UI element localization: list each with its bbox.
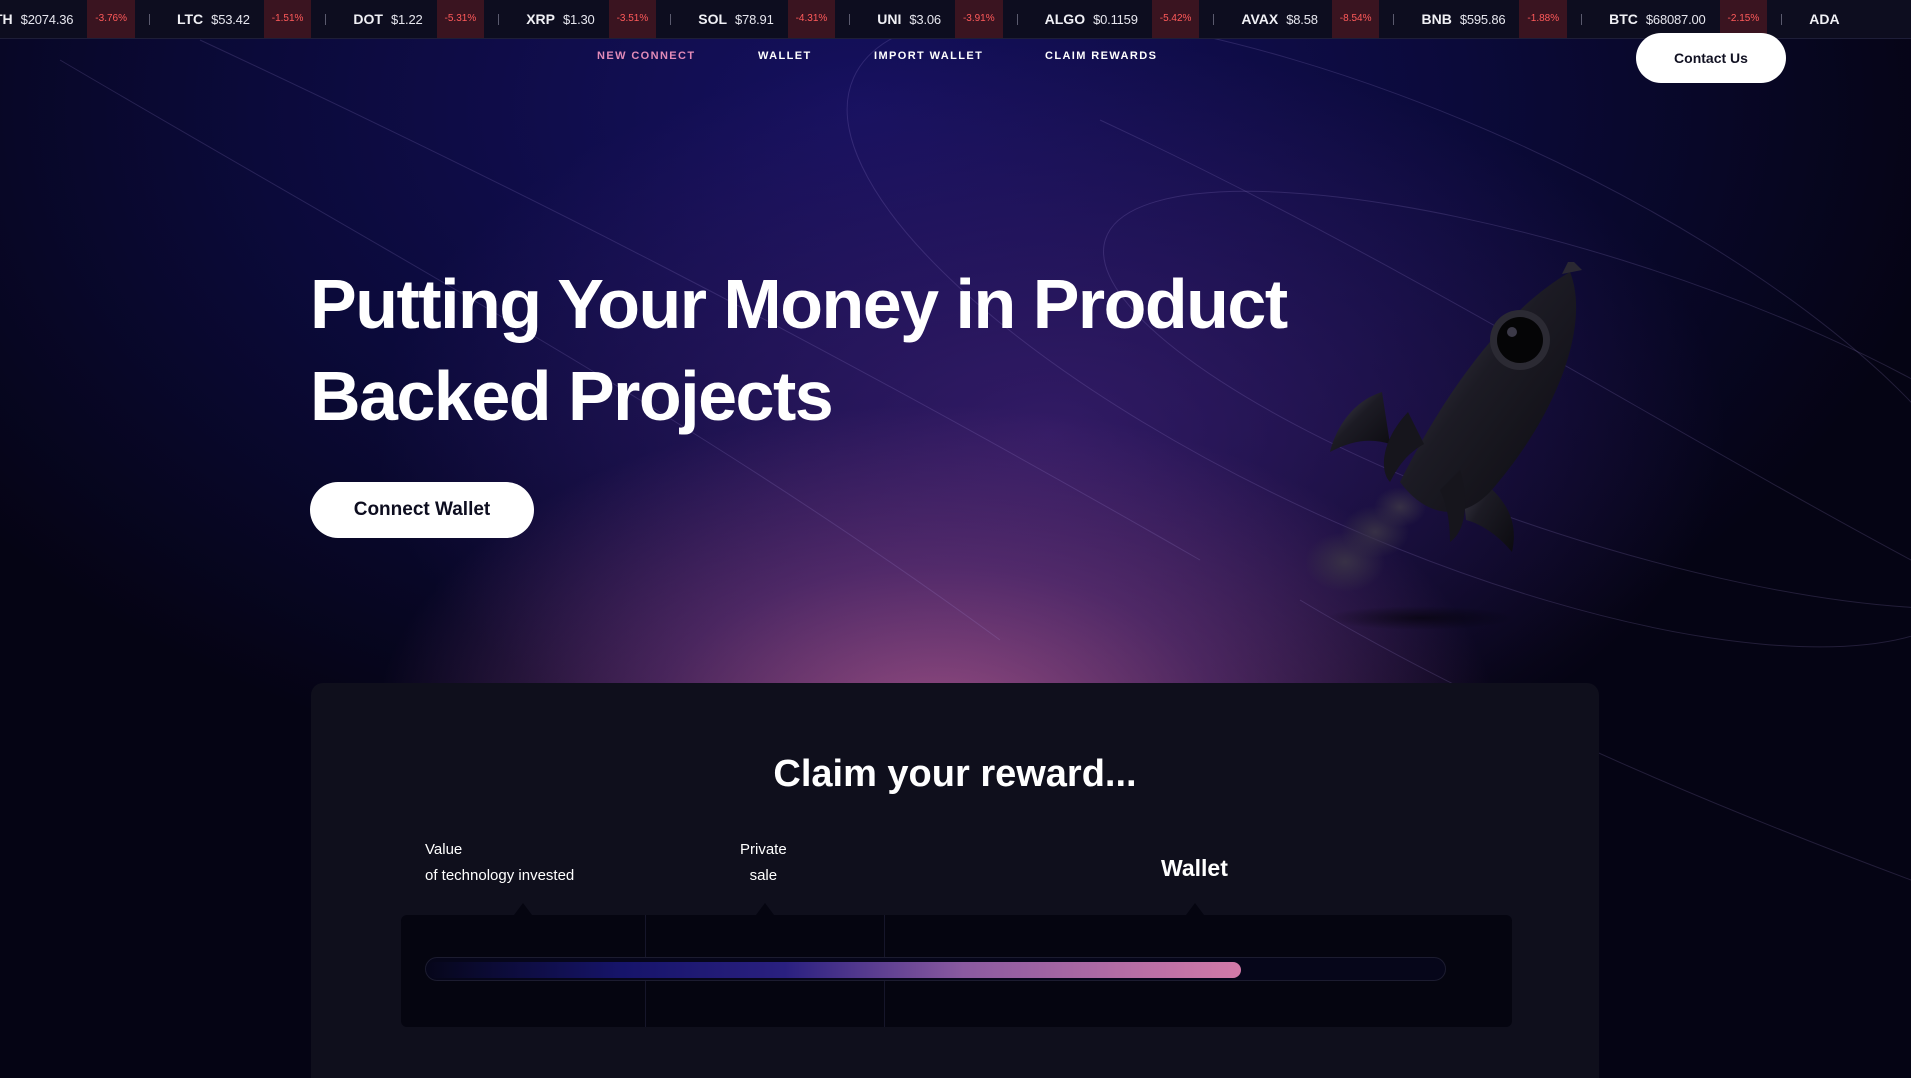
reward-title: Claim your reward... (773, 753, 1137, 795)
ticker-symbol: BTC (1609, 11, 1638, 27)
ticker-change: -3.51% (608, 0, 657, 38)
hero-title-line-1: Putting Your Money in Product (310, 265, 1288, 343)
step-value-line-1: Value (425, 841, 463, 858)
connect-wallet-button[interactable]: Connect Wallet (310, 482, 534, 538)
ticker-item-ltc: LTC $53.42 -1.51% (148, 0, 312, 38)
ticker-change: -3.91% (954, 0, 1003, 38)
ticker-item-eth: TH $2074.36 -3.76% (0, 0, 135, 38)
ticker-price: $8.58 (1286, 11, 1318, 27)
nav-wallet[interactable]: WALLET (758, 50, 812, 62)
rocket-icon (1305, 262, 1582, 630)
ticker-symbol: XRP (526, 11, 556, 27)
ticker-change: -5.42% (1151, 0, 1200, 38)
page: TH $2074.36 -3.76% LTC $53.42 -1.51% DOT… (0, 0, 1911, 1078)
nav-import-wallet[interactable]: IMPORT WALLET (874, 50, 983, 62)
ticker-symbol: ALGO (1044, 11, 1086, 27)
reward-progress-bar (425, 957, 1446, 981)
ticker-item-dot: DOT $1.22 -5.31% (325, 0, 485, 38)
ticker-change: -5.31% (436, 0, 485, 38)
ticker-track: TH $2074.36 -3.76% LTC $53.42 -1.51% DOT… (0, 0, 1890, 38)
step-wallet-marker (1186, 903, 1204, 915)
nav-new-connect[interactable]: NEW CONNECT (597, 50, 696, 62)
ticker-change: -3.76% (87, 0, 135, 38)
ticker-change: -8.54% (1331, 0, 1380, 38)
step-value-line-2: of technology invested (425, 867, 575, 884)
step-private-sale-label: Private sale (740, 837, 787, 889)
ticker-change: -1.88% (1519, 0, 1568, 38)
ticker-symbol: TH (0, 11, 13, 27)
ticker-price: $53.42 (211, 11, 250, 27)
hero-title-line-2: Backed Projects (310, 357, 834, 435)
step-value-label: Value of technology invested (425, 837, 574, 889)
ticker-item-ada: ADA (1780, 0, 1847, 38)
ticker-change: -1.51% (263, 0, 312, 38)
contact-us-button[interactable]: Contact Us (1636, 33, 1786, 83)
step-value-marker (514, 903, 532, 915)
ticker-price: $68087.00 (1645, 11, 1706, 27)
ticker-symbol: LTC (176, 11, 204, 27)
ticker-price: $0.1159 (1093, 11, 1138, 27)
ticker-item-xrp: XRP $1.30 -3.51% (498, 0, 657, 38)
step-wallet-label: Wallet (1161, 855, 1228, 881)
ticker-price: $3.06 (909, 11, 941, 27)
ticker-symbol: SOL (698, 11, 728, 27)
ticker-item-uni: UNI $3.06 -3.91% (849, 0, 1003, 38)
main-nav: NEW CONNECT WALLET IMPORT WALLET CLAIM R… (0, 50, 1911, 66)
ticker-price: $1.30 (563, 11, 595, 27)
ticker-symbol: DOT (353, 11, 383, 27)
ticker-symbol: ADA (1809, 11, 1840, 27)
ticker-price: $1.22 (390, 11, 423, 27)
ticker-change: -4.31% (787, 0, 836, 38)
ticker-item-algo: ALGO $0.1159 -5.42% (1016, 0, 1200, 38)
reward-progress-fill (426, 962, 1242, 978)
ticker-price: $2074.36 (20, 11, 74, 27)
step-private-line-1: Private (740, 841, 787, 858)
ticker-item-bnb: BNB $595.86 -1.88% (1393, 0, 1568, 38)
claim-reward-panel: Claim your reward... Value of technology… (311, 683, 1599, 1078)
ticker-symbol: UNI (877, 11, 902, 27)
ticker-item-sol: SOL $78.91 -4.31% (670, 0, 836, 38)
ticker-symbol: AVAX (1241, 11, 1279, 27)
step-private-line-2: sale (749, 867, 778, 884)
ticker-price: $595.86 (1459, 11, 1506, 27)
ticker-price: $78.91 (735, 11, 774, 27)
ticker-item-avax: AVAX $8.58 -8.54% (1213, 0, 1380, 38)
price-ticker: TH $2074.36 -3.76% LTC $53.42 -1.51% DOT… (0, 0, 1911, 39)
step-private-marker (756, 903, 774, 915)
nav-claim-rewards[interactable]: CLAIM REWARDS (1045, 50, 1157, 62)
hero-title: Putting Your Money in Product Backed Pro… (310, 258, 1310, 442)
ticker-symbol: BNB (1421, 11, 1452, 27)
